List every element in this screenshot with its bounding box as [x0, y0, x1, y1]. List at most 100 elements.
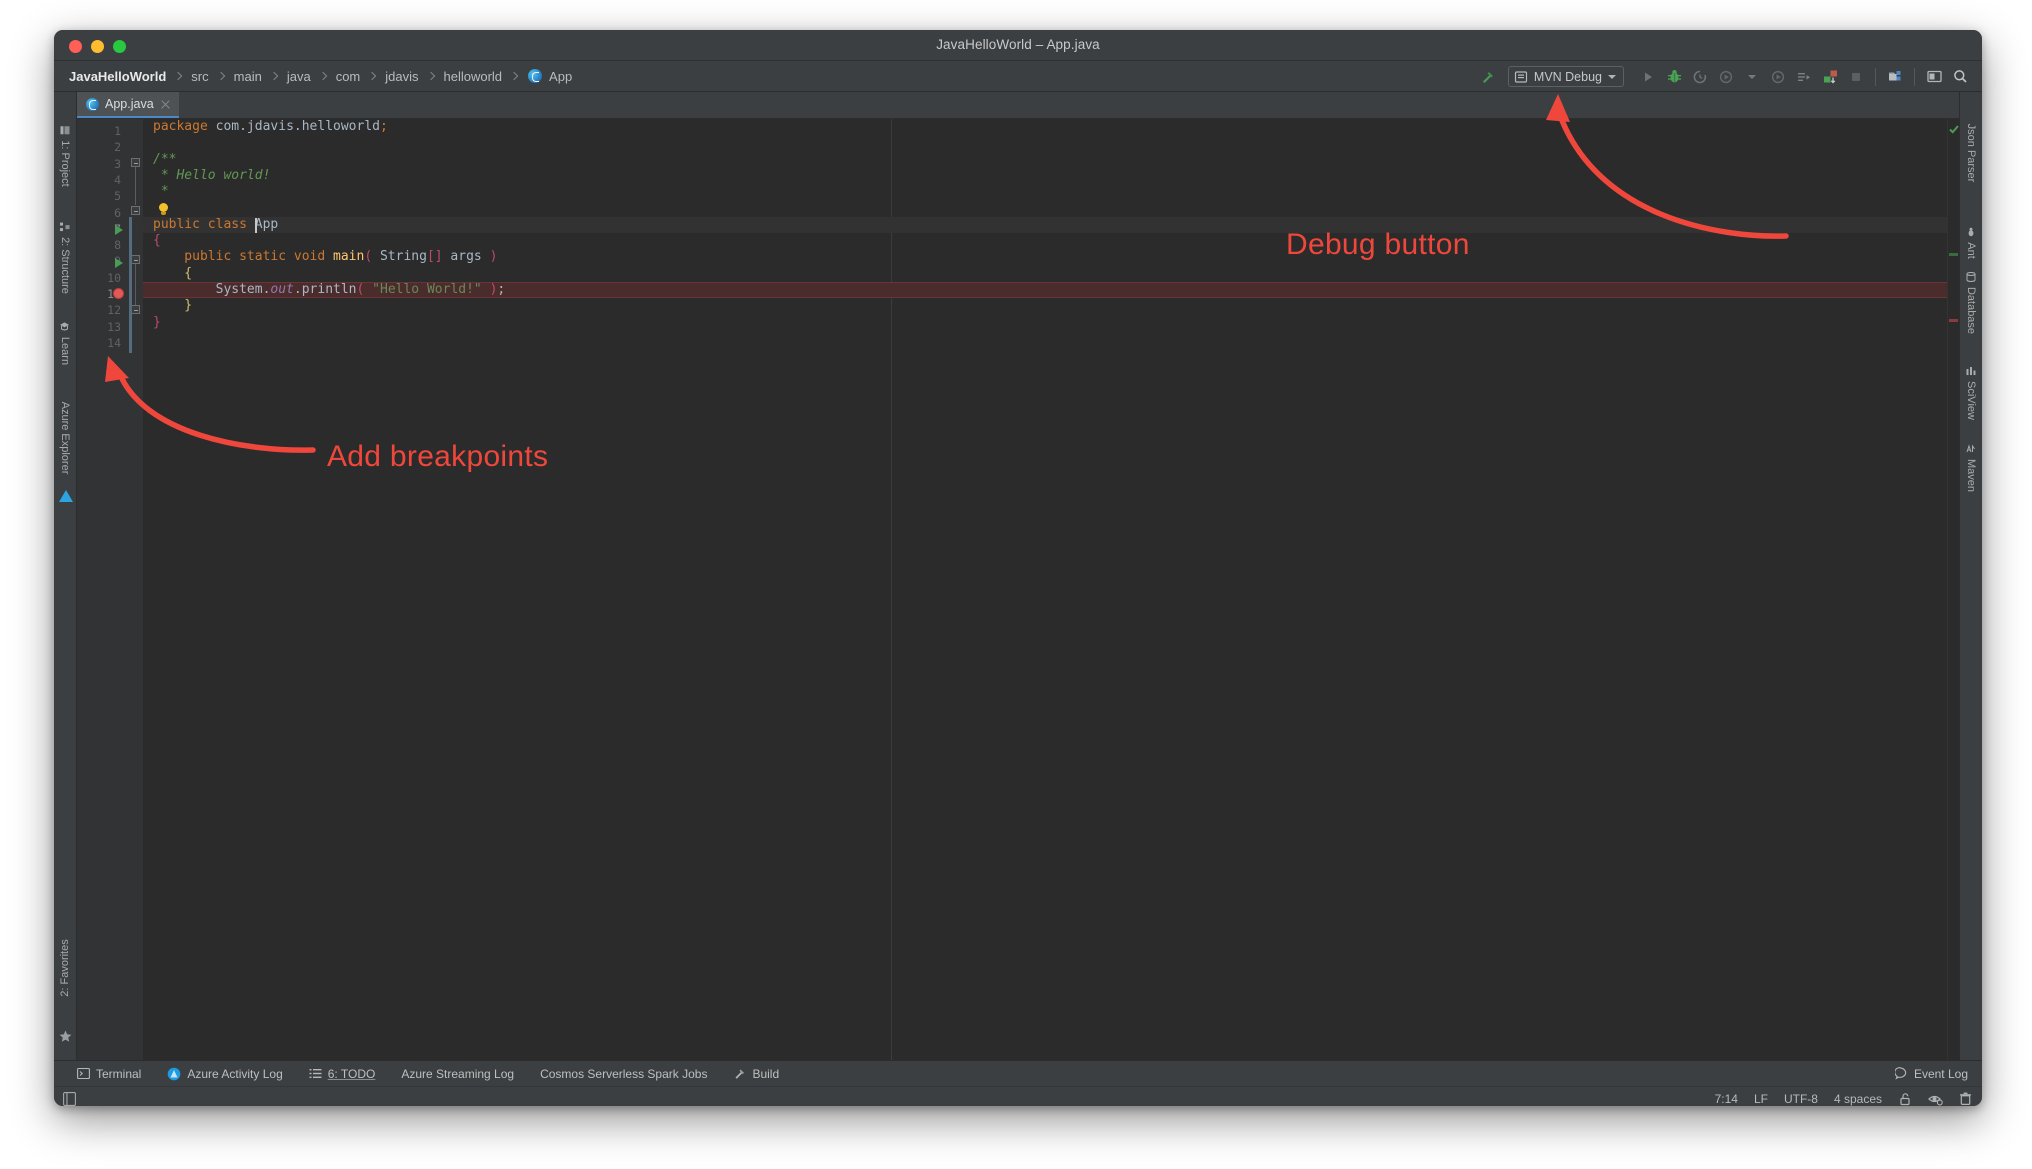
editor-gutter[interactable]: 1 2 3 4 5 6 7 8 9 10 11 12 13 14	[77, 119, 129, 1060]
bottom-item-cosmos-spark-jobs[interactable]: Cosmos Serverless Spark Jobs	[540, 1067, 707, 1081]
coverage-icon	[1693, 70, 1707, 83]
breadcrumb-main[interactable]: main	[233, 69, 263, 84]
right-tool-window-bar: Json Parser Ant Database SciView Maven	[1959, 92, 1982, 1060]
line-number: 6	[114, 205, 121, 220]
vcs-change-marker[interactable]	[129, 217, 132, 353]
breadcrumb-javahelloworld[interactable]: JavaHelloWorld	[68, 69, 167, 84]
line-number: 10	[107, 270, 121, 285]
event-log-button[interactable]: Event Log	[1894, 1067, 1968, 1081]
run-coverage-button[interactable]	[1688, 65, 1712, 88]
sidebar-item-label: 2: Favorites	[59, 939, 71, 997]
sidebar-item-ant[interactable]: Ant	[1965, 227, 1977, 259]
sidebar-item-favorites[interactable]: 2: Favorites	[59, 939, 71, 996]
breadcrumb-src[interactable]: src	[190, 69, 209, 84]
bottom-item-label: Cosmos Serverless Spark Jobs	[540, 1066, 708, 1081]
breadcrumb-java[interactable]: java	[286, 69, 312, 84]
sidebar-item-label: SciView	[1965, 381, 1977, 420]
run-configuration-selector[interactable]: MVN Debug	[1507, 66, 1624, 87]
build-project-button[interactable]	[1476, 65, 1500, 88]
chevron-right-icon	[317, 70, 330, 83]
fold-comment-icon[interactable]	[131, 158, 140, 167]
bottom-item-azure-activity-log[interactable]: Azure Activity Log	[167, 1067, 283, 1081]
tab-app-java[interactable]: App.java	[77, 92, 179, 118]
run-button[interactable]	[1636, 65, 1660, 88]
line-number: 12	[107, 303, 121, 318]
editor-fold-column[interactable]	[129, 119, 143, 1060]
bottom-item-label: Azure Streaming Log	[401, 1066, 515, 1081]
project-structure-button[interactable]	[1883, 65, 1907, 88]
java-class-icon	[86, 97, 99, 111]
chevron-right-icon	[172, 70, 185, 83]
line-number: 8	[114, 238, 121, 253]
sidebar-item-project[interactable]: 1: Project	[59, 125, 71, 187]
code-editor[interactable]: 1 2 3 4 5 6 7 8 9 10 11 12 13 14	[77, 119, 1959, 1060]
file-encoding[interactable]: UTF-8	[1784, 1092, 1818, 1106]
indent-setting[interactable]: 4 spaces	[1834, 1092, 1882, 1106]
bottom-item-label: Build	[752, 1066, 780, 1081]
line-number: 5	[114, 189, 121, 204]
run-class-gutter-icon[interactable]	[115, 225, 123, 235]
code-line-4: * Hello world!	[153, 167, 271, 183]
fold-method-end-icon[interactable]	[131, 305, 140, 314]
caret-position[interactable]: 7:14	[1715, 1092, 1738, 1106]
close-icon[interactable]	[160, 99, 171, 110]
sidebar-item-sciview[interactable]: SciView	[1965, 366, 1977, 420]
search-everywhere-button[interactable]	[1948, 65, 1972, 88]
sidebar-item-structure[interactable]: 2: Structure	[59, 222, 71, 294]
lock-open-icon[interactable]	[1898, 1092, 1912, 1106]
sidebar-item-maven[interactable]: Maven	[1965, 444, 1977, 492]
sidebar-item-database[interactable]: Database	[1965, 271, 1977, 335]
chevron-down-icon[interactable]	[1608, 74, 1616, 79]
sidebar-item-azure-explorer[interactable]: Azure Explorer	[59, 402, 71, 475]
trash-icon[interactable]	[1959, 1092, 1972, 1106]
sidebar-item-label: Database	[1965, 286, 1977, 335]
line-number: 3	[114, 156, 121, 171]
fold-region-bar	[135, 167, 136, 205]
bottom-item-azure-streaming-log[interactable]: Azure Streaming Log	[401, 1067, 514, 1081]
profile-dropdown-button[interactable]	[1740, 65, 1764, 88]
preview-button[interactable]	[1922, 65, 1946, 88]
run-config-icon	[1514, 70, 1528, 83]
profile-button[interactable]	[1714, 65, 1738, 88]
error-stripe-gutter[interactable]	[1947, 119, 1959, 1060]
intention-bulb-icon[interactable]	[157, 203, 170, 216]
line-separator[interactable]: LF	[1754, 1092, 1768, 1106]
attach-process-button[interactable]	[1766, 65, 1790, 88]
annotation-debug-button: Debug button	[1286, 228, 1470, 261]
sidebar-item-label: Learn	[59, 336, 71, 366]
annotation-arrow-breakpoints	[105, 356, 316, 453]
fold-method-icon[interactable]	[131, 255, 140, 264]
toggle-toolbar-icon[interactable]	[63, 1091, 76, 1106]
bottom-item-build[interactable]: Build	[733, 1067, 779, 1081]
line-number: 13	[107, 319, 121, 334]
screenshot-root: JavaHelloWorld – App.java JavaHelloWorld…	[0, 0, 2032, 1169]
balloon-icon	[1894, 1067, 1907, 1080]
stripe-marker-breakpoint[interactable]	[1949, 319, 1958, 322]
hammer-icon	[1483, 72, 1494, 83]
breakpoint-marker[interactable]	[113, 288, 124, 299]
breadcrumb-com[interactable]: com	[335, 69, 362, 84]
stop-button[interactable]	[1844, 65, 1868, 88]
debug-button[interactable]	[1662, 65, 1686, 88]
inspection-eye-icon[interactable]	[1928, 1092, 1943, 1106]
fold-comment-end-icon[interactable]	[131, 206, 140, 215]
breadcrumb-jdavis[interactable]: jdavis	[384, 69, 419, 84]
chevron-right-icon	[215, 70, 228, 83]
code-content[interactable]: package com.jdavis.helloworld; /** * Hel…	[143, 119, 1947, 1060]
run-anything-icon	[1798, 72, 1810, 81]
update-application-button[interactable]	[1818, 65, 1842, 88]
breadcrumb-helloworld[interactable]: helloworld	[443, 69, 504, 84]
azure-icon	[168, 1067, 181, 1080]
bottom-item-terminal[interactable]: Terminal	[77, 1067, 141, 1081]
breadcrumb-app[interactable]: App	[548, 69, 573, 84]
code-line-1: package com.jdavis.helloworld;	[153, 119, 388, 134]
toolbar-divider	[1875, 67, 1876, 86]
toolbar-divider	[1914, 67, 1915, 86]
stripe-marker-info[interactable]	[1949, 253, 1958, 256]
tab-label: App.java	[105, 97, 154, 111]
run-method-gutter-icon[interactable]	[115, 257, 123, 268]
sidebar-item-learn[interactable]: Learn	[59, 321, 71, 365]
bottom-item-todo[interactable]: 6: TODO	[309, 1067, 375, 1081]
sidebar-item-json-parser[interactable]: Json Parser	[1965, 124, 1977, 183]
run-anything-button[interactable]	[1792, 65, 1816, 88]
